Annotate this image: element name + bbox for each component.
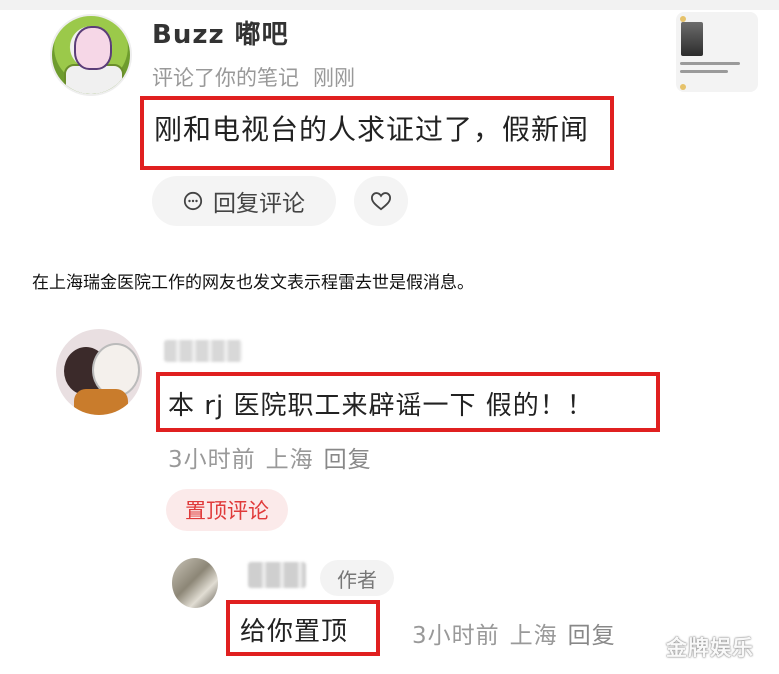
top-divider bbox=[0, 0, 779, 10]
blurred-username bbox=[248, 562, 306, 588]
comment-meta: 3小时前 上海 回复 bbox=[168, 440, 382, 474]
like-button[interactable] bbox=[354, 176, 408, 226]
reply-comment-label: 回复评论 bbox=[213, 191, 305, 217]
reply-meta: 3小时前 上海 回复 bbox=[412, 616, 626, 650]
notification-username[interactable]: Buzz 嘟吧 bbox=[152, 14, 289, 51]
author-badge: 作者 bbox=[320, 560, 394, 596]
chat-bubble-icon bbox=[183, 191, 203, 211]
heart-icon bbox=[370, 192, 392, 211]
avatar[interactable] bbox=[56, 329, 142, 415]
watermark: 金牌娱乐 bbox=[666, 636, 754, 660]
article-caption: 在上海瑞金医院工作的网友也发文表示程雷去世是假消息。 bbox=[32, 273, 474, 293]
reply-location: 上海 bbox=[509, 623, 558, 649]
reply-reply-link[interactable]: 回复 bbox=[568, 623, 616, 649]
comment-location: 上海 bbox=[265, 447, 314, 473]
reply-text: 给你置顶 bbox=[240, 617, 349, 647]
note-thumbnail[interactable] bbox=[676, 12, 758, 92]
comment-reply-link[interactable]: 回复 bbox=[324, 447, 372, 473]
avatar[interactable] bbox=[172, 558, 218, 608]
reply-comment-button[interactable]: 回复评论 bbox=[152, 176, 336, 226]
reply-time: 3小时前 bbox=[412, 623, 500, 649]
comment-time: 3小时前 bbox=[168, 447, 256, 473]
blurred-username bbox=[164, 340, 242, 362]
notification-meta: 评论了你的笔记 刚刚 bbox=[152, 62, 355, 92]
notification-comment-text: 刚和电视台的人求证过了，假新闻 bbox=[154, 113, 590, 146]
notification-action: 评论了你的笔记 bbox=[152, 66, 299, 90]
avatar[interactable] bbox=[50, 14, 132, 96]
pinned-comment-badge: 置顶评论 bbox=[166, 489, 288, 531]
notification-time: 刚刚 bbox=[313, 66, 355, 90]
comment-text: 本 rj 医院职工来辟谣一下 假的！！ bbox=[168, 391, 594, 421]
